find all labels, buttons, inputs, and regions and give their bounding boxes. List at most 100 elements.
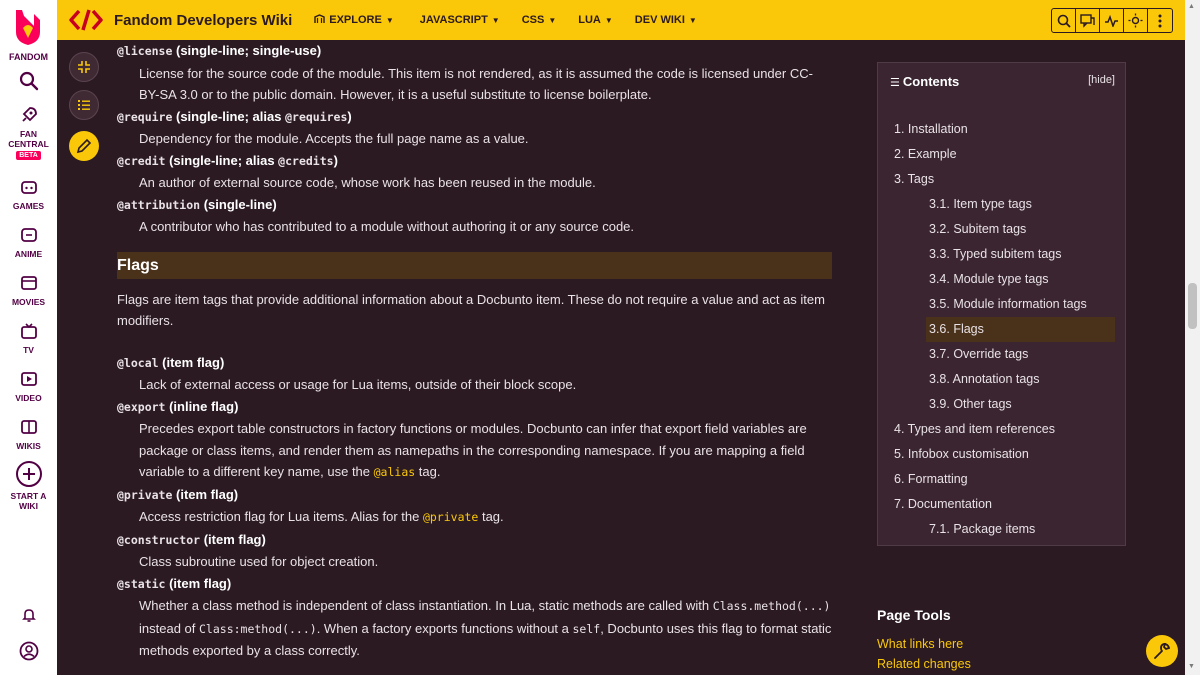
toc-item-installation[interactable]: 1. Installation: [878, 117, 1125, 142]
toc-button[interactable]: [69, 90, 99, 120]
search-button[interactable]: [1052, 9, 1076, 32]
nav-start-wiki[interactable]: START A WIKI: [0, 460, 57, 511]
theme-toggle-button[interactable]: [1124, 9, 1148, 32]
nav-start-wiki-label: START A WIKI: [10, 491, 47, 511]
toc-title: ☰ Contents: [890, 74, 960, 89]
expand-button[interactable]: [69, 52, 99, 82]
chevron-down-icon: ▼: [385, 15, 394, 25]
what-links-here-link[interactable]: What links here: [877, 637, 1137, 651]
search-icon: [18, 70, 40, 92]
toc-item-infobox-customisation[interactable]: 5. Infobox customisation: [878, 442, 1125, 467]
code-link-alias[interactable]: @alias: [374, 465, 416, 479]
scrollbar-thumb[interactable]: [1188, 283, 1197, 329]
toc-item-item-type-tags[interactable]: 3.1. Item type tags: [878, 192, 1125, 217]
notifications-button[interactable]: [0, 604, 57, 626]
flag-entry-constructor: @constructor (item flag): [117, 531, 266, 547]
toc-item-example[interactable]: 2. Example: [878, 142, 1125, 167]
nav-wikis-label: WIKIS: [16, 441, 41, 451]
flag-desc-local: Lack of external access or usage for Lua…: [139, 377, 577, 392]
tab-javascript[interactable]: JAVASCRIPT ▼: [420, 14, 500, 26]
flag-desc-private: Access restriction flag for Lua items. A…: [139, 509, 504, 524]
scroll-up-arrow-icon[interactable]: ▲: [1188, 3, 1195, 10]
toc-item-module-type-tags[interactable]: 3.4. Module type tags: [878, 267, 1125, 292]
global-navigation: FANDOM FAN CENTRAL BETA GAMES ANIME MOVIE…: [0, 0, 57, 675]
nav-movies[interactable]: MOVIES: [0, 272, 57, 307]
toc-item-annotation-tags[interactable]: 3.8. Annotation tags: [878, 367, 1125, 392]
tag-desc-license: License for the source code of the modul…: [139, 65, 813, 103]
tab-lua-label: LUA: [578, 14, 601, 26]
section-heading-flags: Flags: [117, 251, 832, 279]
tag-entry-attribution: @attribution (single-line): [117, 196, 277, 212]
tag-entry-require: @require (single-line; alias @requires): [117, 108, 352, 124]
tag-list-top: @license (single-line; single-use) Licen…: [117, 40, 832, 238]
toc-item-documentation[interactable]: 7. Documentation: [878, 492, 1125, 517]
rocket-icon: [18, 104, 40, 126]
nav-video[interactable]: VIDEO: [0, 368, 57, 403]
discussions-icon: [1080, 13, 1095, 28]
code-link-private[interactable]: @private: [423, 510, 478, 524]
user-avatar-icon: [18, 640, 40, 662]
toc-item-package-items[interactable]: 7.1. Package items: [878, 517, 1125, 542]
chevron-down-icon: ▼: [688, 15, 697, 25]
related-changes-link[interactable]: Related changes: [877, 657, 1137, 671]
tab-explore-label: EXPLORE: [329, 14, 382, 26]
edit-button[interactable]: [69, 131, 99, 161]
nav-games[interactable]: GAMES: [0, 176, 57, 211]
fandom-logo-text: FANDOM: [9, 52, 48, 62]
tab-css[interactable]: CSS ▼: [522, 14, 557, 26]
toc-item-types-and-item-references[interactable]: 4. Types and item references: [878, 417, 1125, 442]
discussions-button[interactable]: [1076, 9, 1100, 32]
nav-games-label: GAMES: [12, 201, 45, 211]
toc-item-other-tags[interactable]: 3.9. Other tags: [878, 392, 1125, 417]
toc-item-tags[interactable]: 3. Tags: [878, 167, 1125, 192]
book-icon: [18, 416, 40, 438]
scroll-down-arrow-icon[interactable]: ▼: [1188, 663, 1195, 670]
page-tools: Page Tools What links here Related chang…: [877, 607, 1137, 671]
more-button[interactable]: [1148, 9, 1172, 32]
fandom-logo-icon[interactable]: [12, 8, 44, 46]
nav-tv[interactable]: TV: [0, 320, 57, 355]
nav-anime[interactable]: ANIME: [0, 224, 57, 259]
toc-item-formatting[interactable]: 6. Formatting: [878, 467, 1125, 492]
nav-wikis[interactable]: WIKIS: [0, 416, 57, 451]
tools-button[interactable]: [1146, 635, 1178, 667]
movies-icon: [18, 272, 40, 294]
global-search[interactable]: [0, 70, 57, 92]
tab-dev-wiki[interactable]: DEV WIKI ▼: [635, 14, 697, 26]
tag-desc-require: Dependency for the module. Accepts the f…: [139, 131, 529, 146]
anime-icon: [18, 224, 40, 246]
list-icon: ☰: [890, 77, 903, 89]
activity-button[interactable]: [1100, 9, 1124, 32]
activity-icon: [1105, 14, 1118, 27]
plus-circle-icon: [15, 460, 43, 488]
nav-tv-label: TV: [23, 345, 34, 355]
wiki-logo-icon[interactable]: [68, 8, 104, 32]
chevron-down-icon: ▼: [604, 15, 613, 25]
toc-item-flags[interactable]: 3.6. Flags: [926, 317, 1115, 342]
flags-intro: Flags are item tags that provide additio…: [117, 291, 825, 329]
tab-explore[interactable]: EXPLORE ▼: [314, 13, 394, 27]
tab-lua[interactable]: LUA ▼: [578, 14, 613, 26]
bell-icon: [18, 604, 40, 626]
nav-fan-central[interactable]: FAN CENTRAL BETA: [0, 104, 57, 160]
wiki-name[interactable]: Fandom Developers Wiki: [114, 12, 292, 29]
tab-dev-wiki-label: DEV WIKI: [634, 14, 685, 26]
flag-desc-constructor: Class subroutine used for object creatio…: [139, 554, 379, 569]
flag-entry-export: @export (inline flag): [117, 398, 239, 414]
article-content: @license (single-line; single-use) Licen…: [117, 40, 832, 675]
expand-icon: [78, 61, 90, 73]
nav-movies-label: MOVIES: [11, 297, 46, 307]
explore-icon: [314, 13, 325, 27]
page-tools-title: Page Tools: [877, 607, 951, 623]
toc-hide-link[interactable]: [hide]: [1088, 74, 1115, 89]
user-menu-button[interactable]: [0, 640, 57, 662]
toc-item-subitem-tags[interactable]: 3.2. Subitem tags: [878, 217, 1125, 242]
nav-fan-central-label: FAN CENTRAL: [8, 129, 49, 149]
page-scrollbar[interactable]: ▲ ▼: [1185, 0, 1200, 675]
wrench-icon: [1154, 643, 1171, 659]
toc-item-module-information-tags[interactable]: 3.5. Module information tags: [878, 292, 1125, 317]
toc-item-override-tags[interactable]: 3.7. Override tags: [878, 342, 1125, 367]
search-icon: [1057, 14, 1071, 28]
toc-item-typed-subitem-tags[interactable]: 3.3. Typed subitem tags: [878, 242, 1125, 267]
tv-icon: [18, 320, 40, 342]
